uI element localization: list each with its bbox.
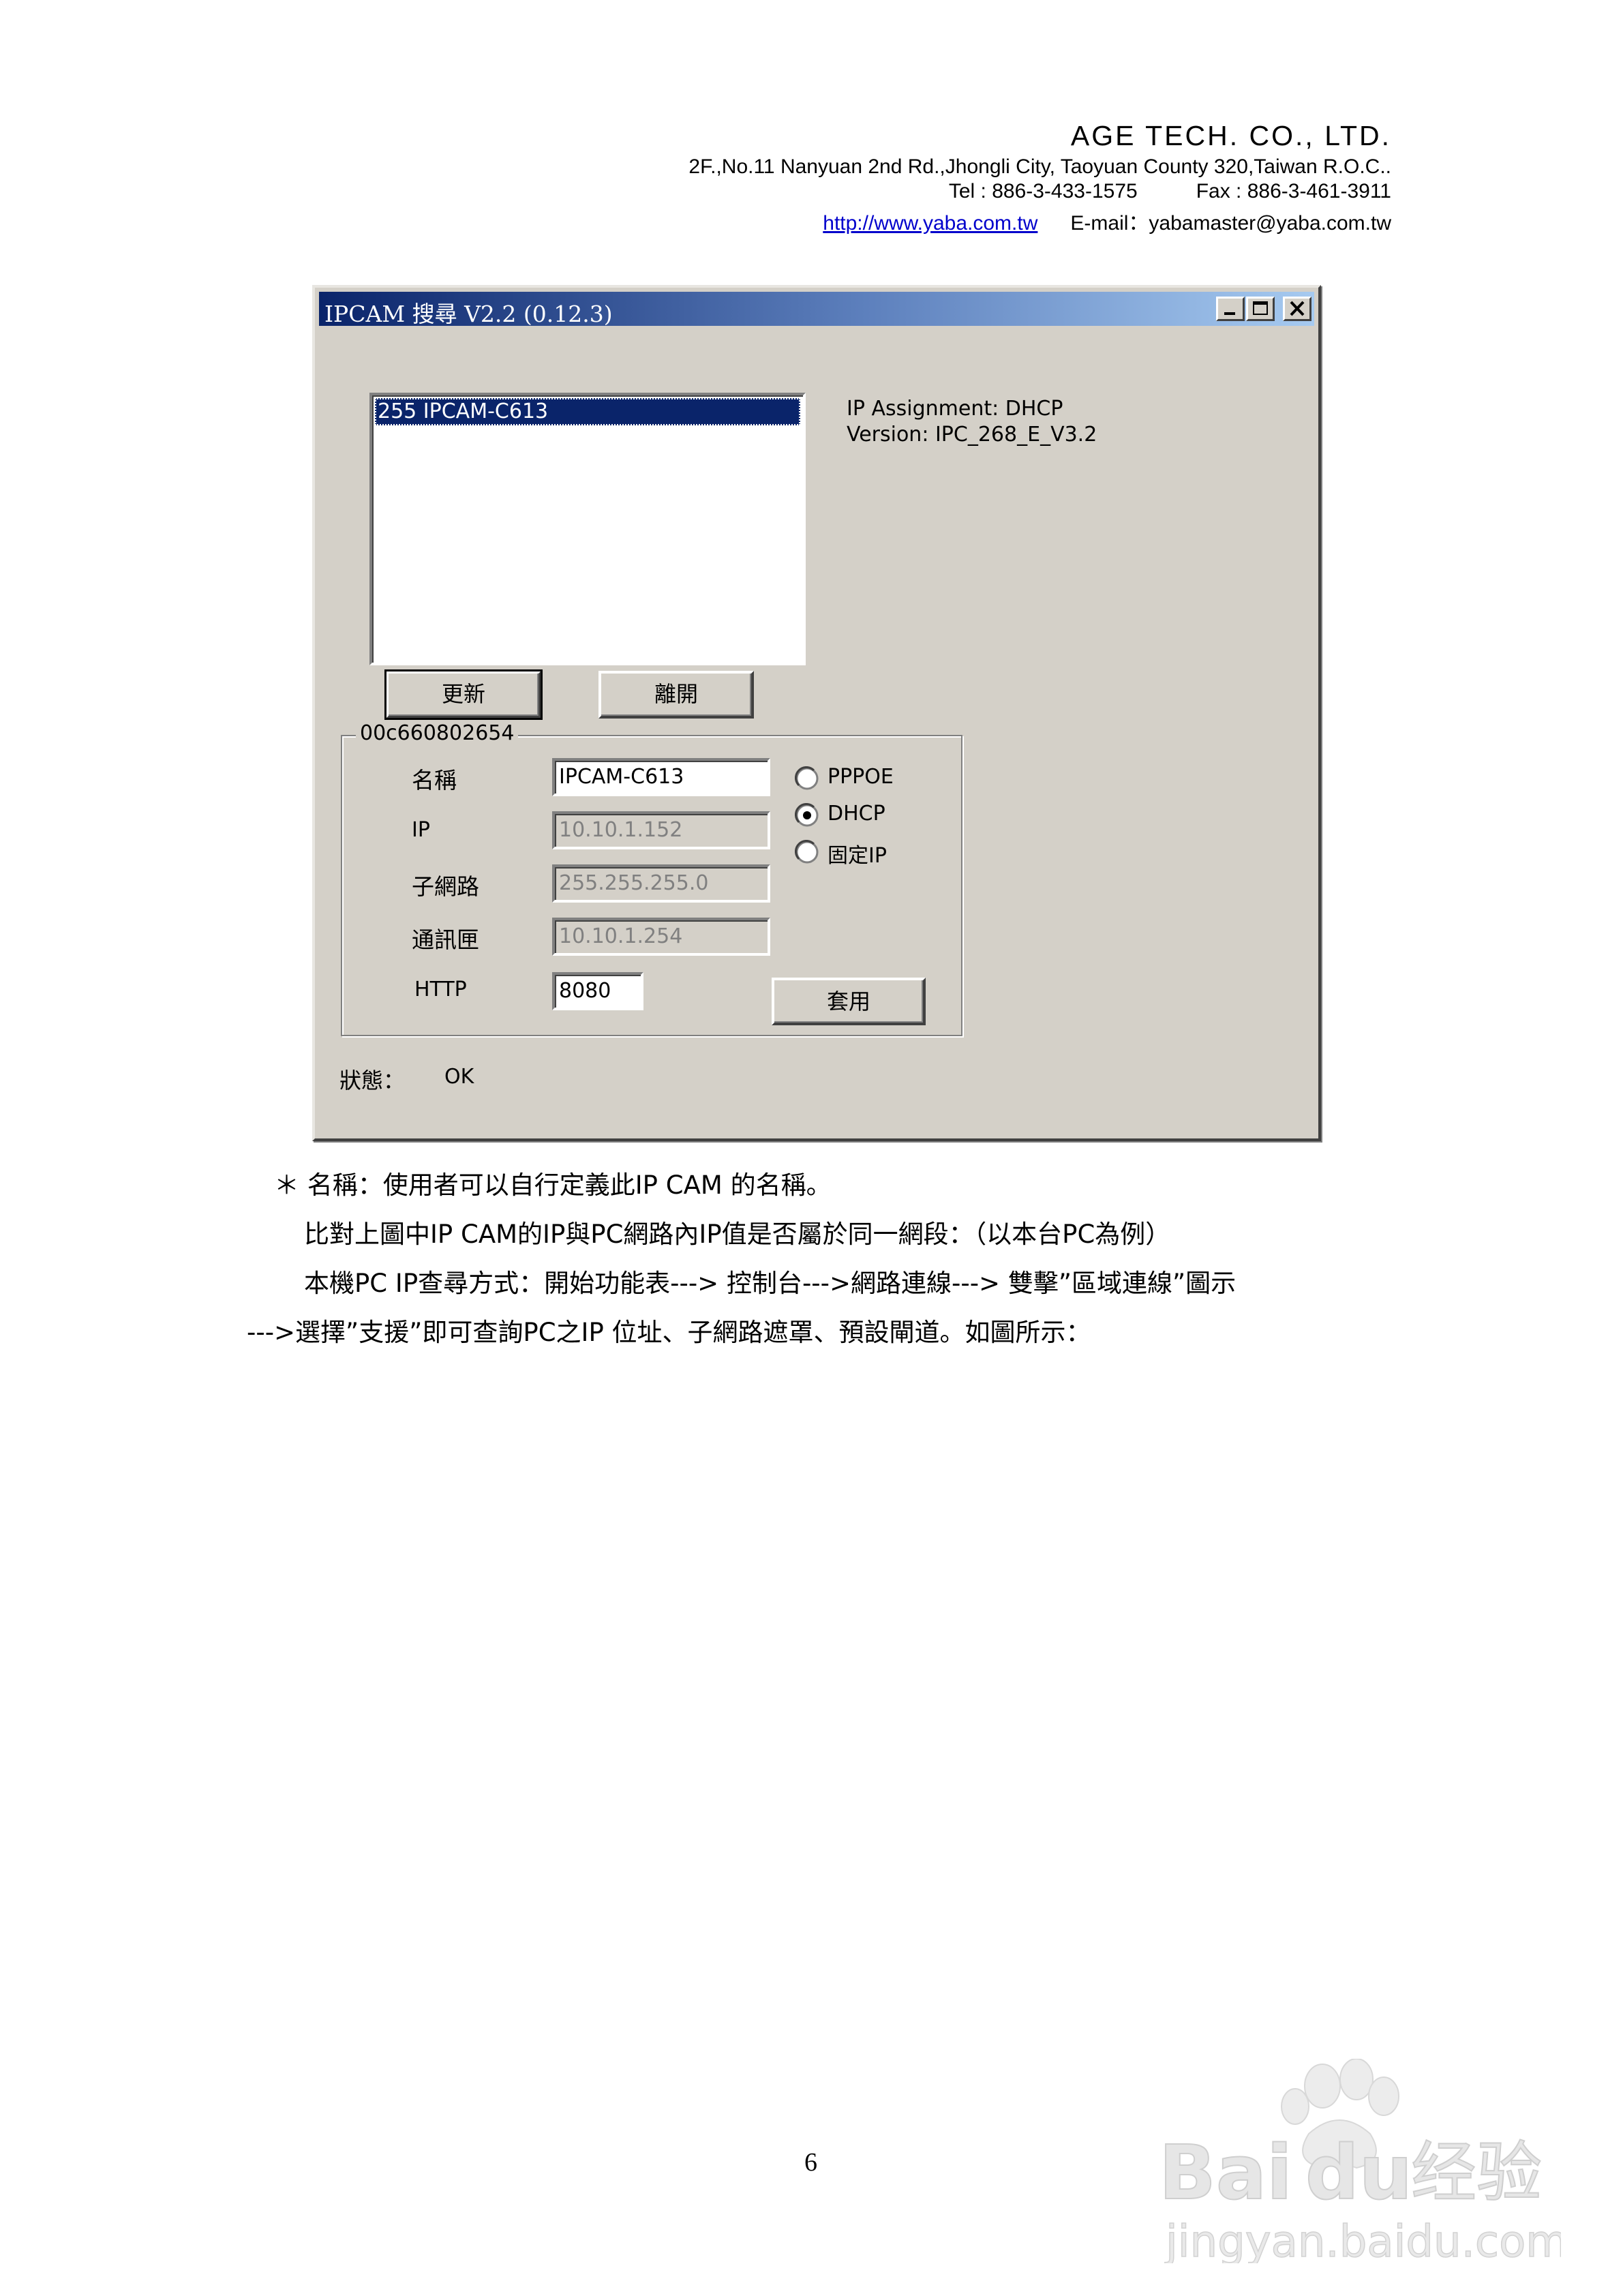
radio-unchecked-icon xyxy=(795,766,819,790)
company-name: AGE TECH. CO., LTD. xyxy=(1070,120,1391,151)
minimize-icon xyxy=(1224,312,1235,315)
subnet-label: 子網路 xyxy=(412,873,479,900)
baidu-jingyan-watermark: Bai du 经验 jingyan.baidu.com xyxy=(1158,2059,1561,2263)
radio-dhcp-label: DHCP xyxy=(828,802,885,826)
page-number: 6 xyxy=(804,2148,817,2177)
contact-phone-fax: Tel : 886-3-433-1575 Fax : 886-3-461-3911 xyxy=(949,180,1391,203)
radio-static-ip-label: 固定IP xyxy=(828,844,887,868)
status-value: OK xyxy=(444,1065,474,1089)
ip-label: IP xyxy=(412,818,430,842)
device-listbox[interactable]: 255 IPCAM-C613 xyxy=(369,393,806,665)
leave-button[interactable]: 離開 xyxy=(598,671,754,719)
name-label: 名稱 xyxy=(412,767,457,794)
tel-number: Tel : 886-3-433-1575 xyxy=(948,180,1138,202)
watermark-brand: Bai xyxy=(1159,2129,1292,2216)
gateway-label: 通訊匣 xyxy=(412,926,479,953)
paragraph-lookup-method: 本機PC IP查尋方式：開始功能表---> 控制台--->網路連線---> 雙擊… xyxy=(304,1269,1237,1298)
ipcam-search-window: IPCAM 搜尋 V2.2 (0.12.3) 255 IPCAM-C613 IP… xyxy=(312,285,1321,1141)
radio-unchecked-icon xyxy=(795,840,819,864)
maximize-icon xyxy=(1253,301,1268,315)
paragraph-lookup-method-cont: --->選擇”支援”即可查詢PC之IP 位址、子網路遮罩、預設閘道。如圖所示： xyxy=(247,1318,1091,1347)
list-item[interactable]: 255 IPCAM-C613 xyxy=(375,398,800,425)
close-icon xyxy=(1290,301,1305,316)
status-label: 狀態： xyxy=(339,1068,406,1093)
watermark-brand-du: du xyxy=(1305,2129,1412,2216)
version-info: Version: IPC_268_E_V3.2 xyxy=(847,423,1097,447)
close-button[interactable] xyxy=(1283,297,1311,321)
watermark-url: jingyan.baidu.com xyxy=(1164,2217,1561,2263)
refresh-button[interactable]: 更新 xyxy=(384,669,543,720)
paragraph-name-note: ＊ 名稱：使用者可以自行定義此IP CAM 的名稱。 xyxy=(274,1170,832,1200)
ip-assignment-info: IP Assignment: DHCP xyxy=(847,397,1063,421)
company-address: 2F.,No.11 Nanyuan 2nd Rd.,Jhongli City, … xyxy=(688,155,1391,178)
mac-address-group-title: 00c660802654 xyxy=(356,721,519,745)
window-title-bar[interactable]: IPCAM 搜尋 V2.2 (0.12.3) xyxy=(319,292,1314,327)
http-port-input[interactable]: 8080 xyxy=(552,972,643,1010)
contact-web-email: http://www.yaba.com.tw E-mail：yabamaster@… xyxy=(823,206,1391,236)
minimize-button[interactable] xyxy=(1216,297,1245,321)
fax-number: Fax : 886-3-461-3911 xyxy=(1196,180,1391,202)
maximize-button[interactable] xyxy=(1246,297,1275,321)
radio-pppoe-label: PPPOE xyxy=(828,765,894,789)
watermark-cn: 经验 xyxy=(1411,2134,1542,2211)
radio-checked-icon xyxy=(795,803,819,827)
window-title: IPCAM 搜尋 V2.2 (0.12.3) xyxy=(324,301,613,327)
apply-button[interactable]: 套用 xyxy=(772,978,926,1025)
email-address: E-mail：yabamaster@yaba.com.tw xyxy=(1070,212,1391,235)
gateway-input: 10.10.1.254 xyxy=(552,918,770,956)
name-input[interactable]: IPCAM-C613 xyxy=(552,758,770,796)
website-link[interactable]: http://www.yaba.com.tw xyxy=(823,212,1037,235)
subnet-input: 255.255.255.0 xyxy=(552,864,770,903)
paragraph-compare-ip: 比對上圖中IP CAM的IP與PC網路內IP值是否屬於同一網段：（以本台PC為例… xyxy=(304,1220,1171,1249)
http-port-label: HTTP xyxy=(414,978,467,1001)
ip-input: 10.10.1.152 xyxy=(552,811,770,849)
